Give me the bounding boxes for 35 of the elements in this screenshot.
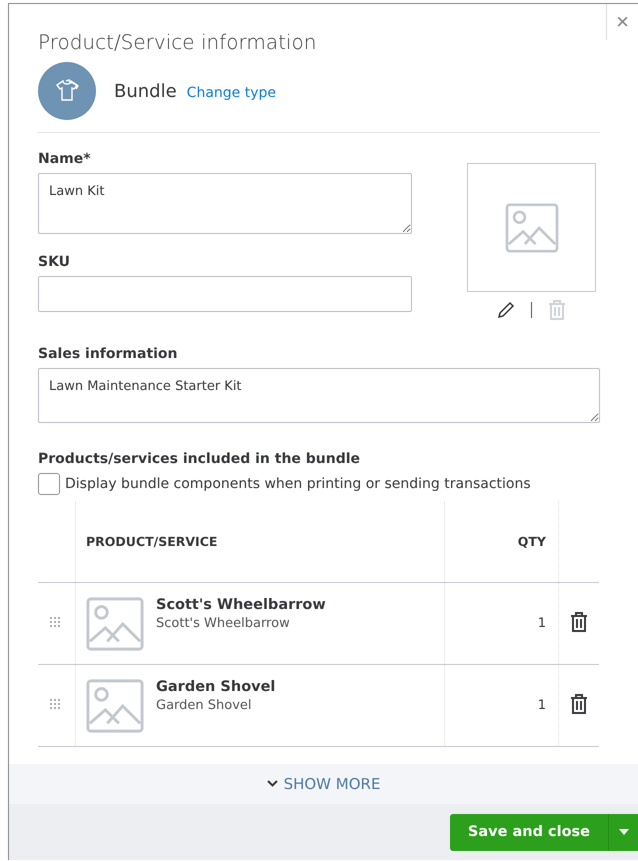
change-type-link[interactable]: Change type — [186, 85, 276, 101]
product-description: Garden Shovel — [156, 698, 253, 712]
caret-icon — [618, 829, 628, 835]
field-label: Sales information — [38, 346, 179, 362]
image-placeholder[interactable] — [467, 163, 596, 292]
product-name: Scott's Wheelbarrow — [156, 596, 326, 612]
image-icon — [504, 202, 558, 252]
chevron-down-icon — [266, 780, 278, 788]
product-description: Scott's Wheelbarrow — [156, 616, 291, 630]
name-field[interactable]: Lawn Kit — [38, 173, 412, 234]
column-header: PRODUCT/SERVICE — [76, 501, 444, 582]
field-label: SKU — [38, 254, 72, 270]
qty-cell: 1 — [444, 582, 558, 664]
drag-handle-icon[interactable] — [49, 699, 61, 709]
sku-field[interactable] — [38, 276, 412, 312]
show-more-button[interactable]: SHOW MORE — [266, 775, 380, 793]
section-heading: Products/services included in the bundle — [38, 451, 362, 467]
sales-information-field[interactable]: Lawn Maintenance Starter Kit — [38, 368, 600, 423]
product-name: Garden Shovel — [156, 678, 276, 694]
qty-cell: 1 — [444, 664, 558, 746]
save-and-close-button[interactable]: Save and close — [450, 814, 608, 850]
checkbox-label: Display bundle components when printing or sending transactions — [65, 476, 531, 492]
trash-icon[interactable] — [570, 612, 588, 632]
type-label: Bundle — [114, 80, 177, 102]
dropdown-button[interactable] — [608, 814, 638, 850]
trash-icon[interactable] — [570, 694, 588, 714]
dialog-title: Product/Service information — [38, 30, 318, 54]
column-header: QTY — [444, 501, 558, 582]
image-icon — [86, 676, 144, 734]
drag-handle-icon[interactable] — [49, 617, 61, 627]
image-icon — [86, 594, 144, 652]
close-button[interactable]: × — [606, 4, 638, 40]
pencil-icon[interactable] — [497, 301, 515, 319]
field-label: Name* — [38, 151, 92, 167]
checkbox[interactable] — [38, 473, 60, 495]
